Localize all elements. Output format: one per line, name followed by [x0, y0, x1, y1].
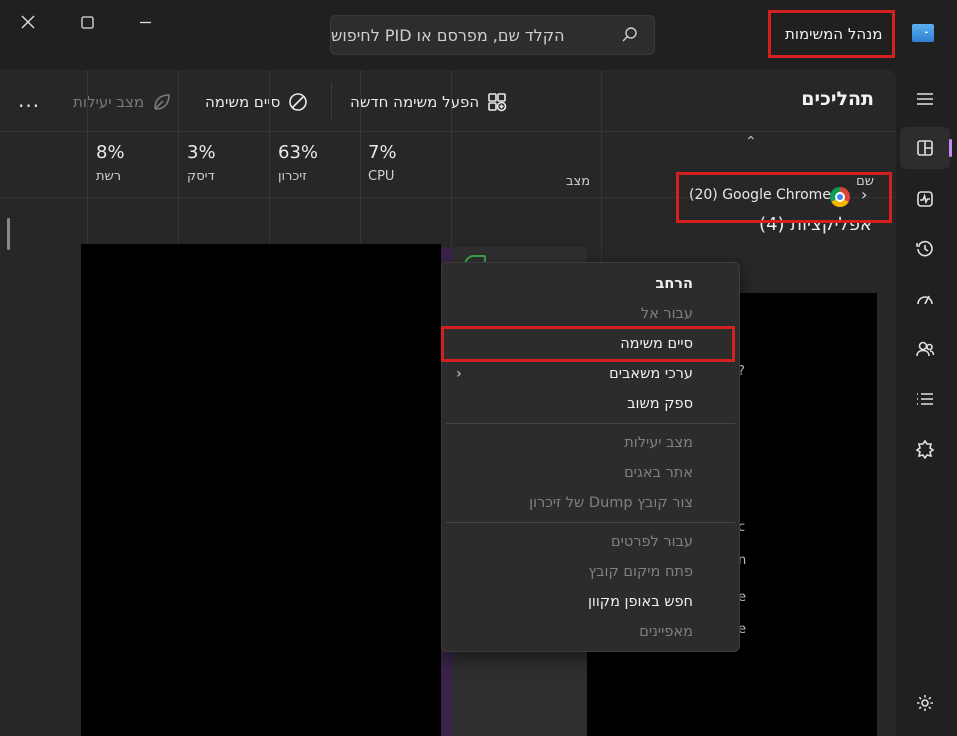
menu-separator — [446, 522, 735, 523]
close-icon — [21, 15, 35, 29]
toolbar-divider — [331, 82, 332, 120]
run-new-task-button[interactable]: הפעל משימה חדשה — [350, 88, 507, 116]
memory-percent: 63% — [278, 142, 319, 163]
hamburger-icon — [917, 93, 933, 105]
end-task-button[interactable]: סיים משימה — [205, 88, 308, 116]
performance-icon — [917, 191, 933, 207]
menu-separator — [446, 423, 735, 424]
column-disk[interactable]: 3% דיסק — [187, 142, 216, 184]
users-icon — [916, 341, 935, 357]
nav-processes[interactable] — [900, 127, 952, 169]
network-percent: 8% — [96, 142, 125, 163]
block-icon — [289, 93, 308, 111]
column-status[interactable]: מצב — [566, 174, 590, 189]
menu-item-feedback[interactable]: ספק משוב — [442, 389, 739, 419]
search-placeholder: הקלד שם, מפרסם או PID לחיפוש — [331, 25, 565, 45]
end-task-highlight-box — [441, 326, 735, 362]
column-memory[interactable]: 63% זיכרון — [278, 142, 318, 184]
menu-item-create-dump[interactable]: צור קובץ Dump של זיכרון — [442, 488, 739, 518]
more-options-button[interactable]: ... — [18, 88, 40, 112]
nav-app-history[interactable] — [900, 228, 950, 270]
menu-item-search-online[interactable]: חפש באופן מקוון — [442, 587, 739, 617]
efficiency-mode-label: מצב יעילות — [73, 93, 145, 111]
details-icon — [917, 393, 933, 405]
nav-users[interactable] — [900, 328, 950, 370]
startup-icon — [917, 295, 933, 305]
nav-settings[interactable] — [900, 682, 950, 724]
network-label: רשת — [96, 169, 122, 184]
cpu-percent: 7% — [368, 142, 397, 163]
scrollbar[interactable] — [7, 218, 10, 250]
column-network[interactable]: 8% רשת — [96, 142, 125, 184]
search-input[interactable]: הקלד שם, מפרסם או PID לחיפוש — [330, 15, 655, 55]
app-icon — [912, 24, 934, 42]
app-title: מנהל המשימות — [768, 10, 895, 58]
menu-item-properties[interactable]: מאפיינים — [442, 617, 739, 647]
nav-performance[interactable] — [900, 178, 950, 220]
disk-label: דיסק — [187, 169, 215, 184]
menu-item-expand[interactable]: הרחב — [442, 269, 739, 299]
nav-services[interactable] — [900, 428, 950, 470]
nav-details[interactable] — [900, 378, 950, 420]
maximize-icon — [80, 15, 94, 29]
process-name: (20) Google Chrome — [689, 187, 831, 203]
menu-item-efficiency-mode[interactable]: מצב יעילות — [442, 428, 739, 458]
chrome-icon — [830, 187, 850, 207]
maximize-button[interactable] — [67, 8, 107, 36]
title-bar: הקלד שם, מפרסם או PID לחיפוש מנהל המשימו… — [0, 0, 957, 70]
menu-item-debug[interactable]: אתר באגים — [442, 458, 739, 488]
submenu-chevron-icon: › — [456, 366, 462, 382]
run-new-task-label: הפעל משימה חדשה — [350, 93, 480, 111]
sort-ascending-icon: ⌃ — [745, 134, 757, 150]
chevron-expand-icon[interactable]: › — [861, 185, 867, 204]
memory-label: זיכרון — [278, 169, 307, 184]
leaf-icon — [154, 94, 170, 110]
nav-menu-button[interactable] — [900, 78, 950, 120]
app-history-icon — [916, 240, 933, 257]
minimize-icon — [139, 21, 151, 23]
menu-item-resource-values[interactable]: ערכי משאבים › — [442, 359, 739, 389]
column-cpu[interactable]: 7% CPU — [368, 142, 397, 184]
minimize-button[interactable] — [125, 8, 165, 36]
menu-item-go-to[interactable]: עבור אל — [442, 299, 739, 329]
nav-rail — [896, 70, 957, 736]
process-row-chrome[interactable]: (20) Google Chrome › — [676, 172, 892, 223]
context-menu: הרחב עבור אל סיים משימה ערכי משאבים › ספק… — [441, 262, 740, 652]
services-icon — [915, 439, 935, 459]
redacted-area — [81, 244, 441, 736]
nav-startup[interactable] — [900, 278, 950, 320]
menu-item-open-file-location[interactable]: פתח מיקום קובץ — [442, 557, 739, 587]
cpu-label: CPU — [368, 169, 395, 184]
app-title-text: מנהל המשימות — [785, 25, 883, 43]
search-icon — [622, 27, 637, 42]
new-task-icon — [488, 93, 507, 112]
toolbar: תהליכים הפעל משימה חדשה סיים משימה מצב י… — [0, 70, 896, 132]
disk-percent: 3% — [187, 142, 216, 163]
page-title: תהליכים — [801, 88, 874, 110]
close-button[interactable] — [8, 8, 48, 36]
settings-icon — [917, 695, 933, 711]
processes-icon — [917, 140, 933, 156]
menu-item-go-to-details[interactable]: עבור לפרטים — [442, 527, 739, 557]
